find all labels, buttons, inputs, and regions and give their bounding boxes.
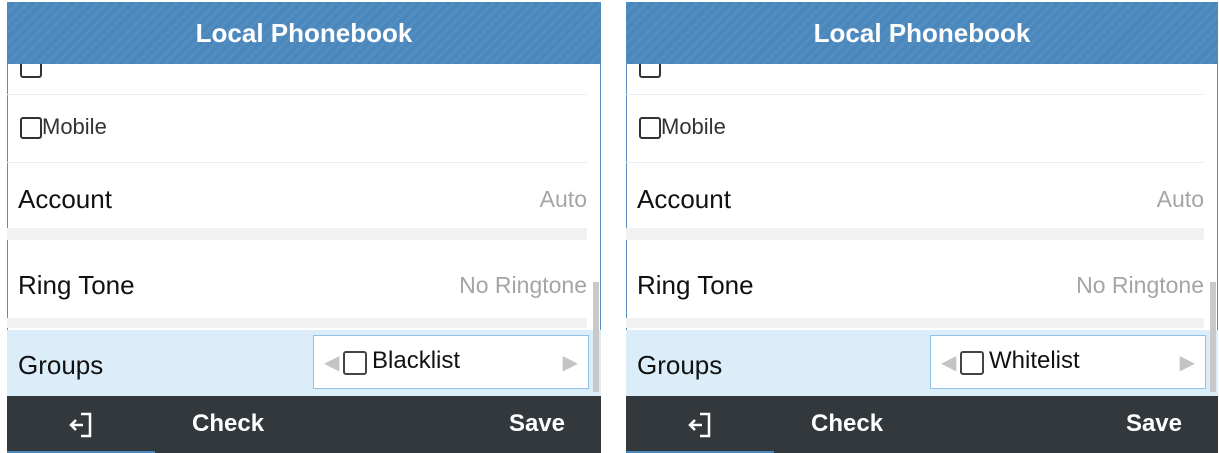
mobile-number-row[interactable]: Mobile bbox=[7, 94, 587, 163]
softkey-bar: Check Save bbox=[7, 396, 601, 453]
groups-selector[interactable]: ◀ Blacklist ▶ bbox=[313, 335, 589, 389]
arrow-right-icon[interactable]: ▶ bbox=[563, 350, 578, 375]
ring-tone-row[interactable]: Ring Tone No Ringtone bbox=[626, 244, 1204, 325]
ring-tone-label: Ring Tone bbox=[637, 270, 754, 300]
ring-tone-value: No Ringtone bbox=[1076, 272, 1204, 298]
phonebook-screen-left: Local Phonebook Home Mobile Account Auto… bbox=[7, 2, 601, 453]
mobile-checkbox[interactable] bbox=[20, 117, 42, 139]
group-checkbox[interactable] bbox=[960, 351, 984, 375]
arrow-left-icon[interactable]: ◀ bbox=[324, 350, 339, 375]
groups-row[interactable]: Groups ◀ Blacklist ▶ bbox=[7, 330, 601, 396]
account-value: Auto bbox=[1156, 186, 1204, 212]
title-bar: Local Phonebook bbox=[7, 2, 601, 64]
scrollbar[interactable] bbox=[1210, 282, 1216, 392]
title-bar: Local Phonebook bbox=[626, 2, 1218, 64]
contact-form: Home Mobile Account Auto Ring Tone No Ri… bbox=[7, 42, 601, 396]
groups-row[interactable]: Groups ◀ Whitelist ▶ bbox=[626, 330, 1218, 396]
section-divider bbox=[626, 318, 1204, 328]
group-option-label: Whitelist bbox=[989, 347, 1080, 374]
arrow-right-icon[interactable]: ▶ bbox=[1180, 350, 1195, 375]
account-row[interactable]: Account Auto bbox=[626, 164, 1204, 237]
account-row[interactable]: Account Auto bbox=[7, 164, 587, 237]
contact-form: Home Mobile Account Auto Ring Tone No Ri… bbox=[626, 42, 1218, 396]
softkey-bar: Check Save bbox=[626, 396, 1218, 453]
account-label: Account bbox=[637, 184, 731, 214]
mobile-label: Mobile bbox=[42, 114, 107, 139]
groups-label: Groups bbox=[18, 350, 104, 380]
groups-label: Groups bbox=[637, 350, 723, 380]
ring-tone-label: Ring Tone bbox=[18, 270, 135, 300]
check-softkey[interactable]: Check bbox=[192, 410, 264, 438]
exit-icon[interactable] bbox=[7, 396, 155, 453]
groups-selector[interactable]: ◀ Whitelist ▶ bbox=[930, 335, 1206, 389]
ring-tone-row[interactable]: Ring Tone No Ringtone bbox=[7, 244, 587, 325]
arrow-left-icon[interactable]: ◀ bbox=[941, 350, 956, 375]
section-divider bbox=[7, 228, 587, 240]
save-softkey[interactable]: Save bbox=[509, 410, 565, 438]
mobile-label: Mobile bbox=[661, 114, 726, 139]
exit-icon[interactable] bbox=[626, 396, 774, 453]
section-divider bbox=[7, 318, 587, 328]
account-label: Account bbox=[18, 184, 112, 214]
ring-tone-value: No Ringtone bbox=[459, 272, 587, 298]
mobile-checkbox[interactable] bbox=[639, 117, 661, 139]
save-softkey[interactable]: Save bbox=[1126, 410, 1182, 438]
check-softkey[interactable]: Check bbox=[811, 410, 883, 438]
mobile-number-row[interactable]: Mobile bbox=[626, 94, 1204, 163]
phonebook-screen-right: Local Phonebook Home Mobile Account Auto… bbox=[626, 2, 1218, 453]
account-value: Auto bbox=[539, 186, 587, 212]
section-divider bbox=[626, 228, 1204, 240]
group-checkbox[interactable] bbox=[343, 351, 367, 375]
group-option-label: Blacklist bbox=[372, 347, 461, 374]
scrollbar[interactable] bbox=[593, 282, 599, 392]
